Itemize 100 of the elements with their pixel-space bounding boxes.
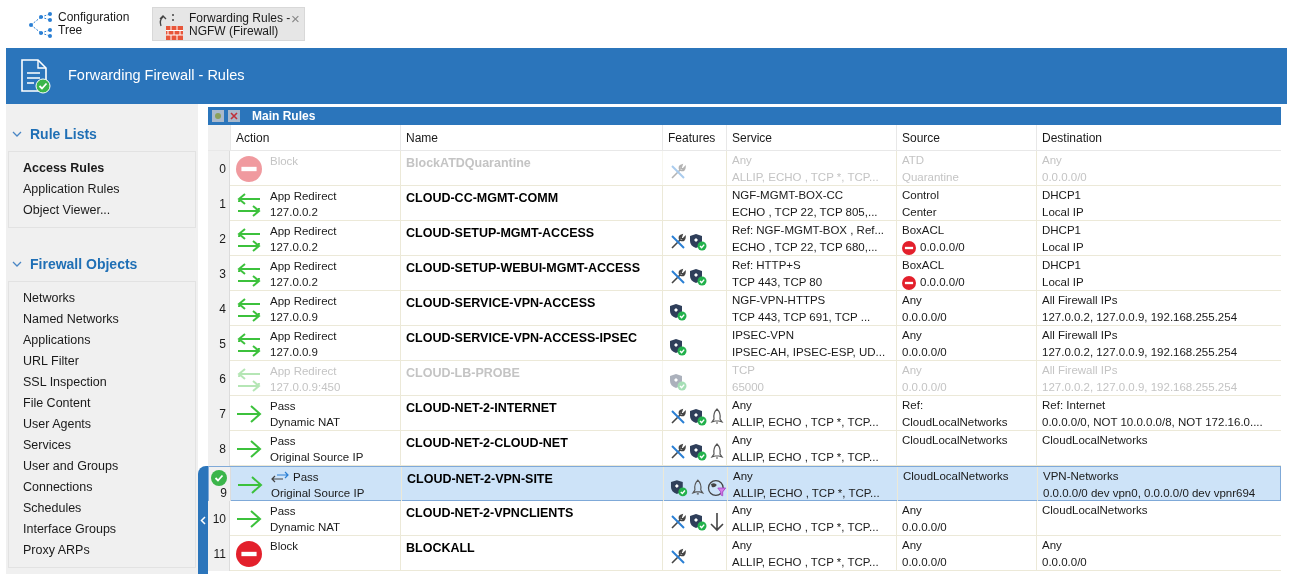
- destination-text: Any: [1042, 538, 1063, 553]
- shield-check-icon: [689, 232, 707, 251]
- rule-name: CLOUD-NET-2-VPN-SITE: [407, 472, 553, 486]
- table-row[interactable]: 5 App Redirect 127.0.0.9 CLOUD-SERVICE-VPN-ACCESS-IPSEC IPSEC-VPN IPSEC-AH, IPSEC-ESP, UD... Any 0.0.0.0/0 All Firewall IPs 127.0.0.2, 127.0.0.9, 192.168.255.254: [208, 326, 1281, 361]
- sidebar-item[interactable]: Applications: [23, 330, 195, 351]
- destination-text: 127.0.0.2, 127.0.0.9, 192.168.255.254: [1042, 345, 1239, 360]
- column-header[interactable]: Name: [400, 125, 662, 150]
- column-header[interactable]: Features: [662, 125, 726, 150]
- sidebar-item[interactable]: Named Networks: [23, 309, 195, 330]
- rule-name: CLOUD-SERVICE-VPN-ACCESS: [406, 296, 596, 310]
- action-label: Pass: [270, 399, 296, 414]
- action-label: Pass: [293, 470, 319, 485]
- table-row[interactable]: 2 App Redirect 127.0.0.2 CLOUD-SETUP-MGMT-ACCESS Ref: NGF-MGMT-BOX , Ref... ECHO , TCP 22, TCP 680,... BoxACL 0.0.0.0/0 DHCP1 Local IP: [208, 221, 1281, 256]
- firewall-wall-icon: [157, 12, 185, 42]
- rule-name: CLOUD-NET-2-VPNCLIENTS: [406, 506, 574, 520]
- sidebar-item[interactable]: Schedules: [23, 498, 195, 519]
- sidebar-item[interactable]: Services: [23, 435, 195, 456]
- destination-text: CloudLocalNetworks: [1042, 433, 1149, 448]
- column-header[interactable]: Action: [230, 125, 400, 150]
- tools-icon: [669, 547, 687, 566]
- sidebar-item[interactable]: Access Rules: [23, 158, 195, 179]
- action-label: App Redirect: [270, 259, 337, 274]
- grid-icon[interactable]: [212, 110, 224, 122]
- table-row[interactable]: 1 App Redirect 127.0.0.2 CLOUD-CC-MGMT-COMM NGF-MGMT-BOX-CC ECHO , TCP 22, TCP 805,... Control Center DHCP1 Local IP: [208, 186, 1281, 221]
- sidebar-item[interactable]: Object Viewer...: [23, 200, 195, 221]
- tools-icon: [669, 407, 687, 426]
- destination-text: DHCP1: [1042, 223, 1082, 238]
- shield-check-icon: [669, 302, 687, 321]
- grid-title: Main Rules: [252, 108, 316, 125]
- sidebar-item[interactable]: URL Filter: [23, 351, 195, 372]
- arrow-right-icon: [237, 474, 263, 495]
- sidebar-item[interactable]: User and Groups: [23, 456, 195, 477]
- source-text: Any: [902, 293, 922, 308]
- close-icon[interactable]: [228, 110, 240, 122]
- row-number: 1: [219, 196, 226, 211]
- sidebar-item[interactable]: Application Rules: [23, 179, 195, 200]
- action-label: App Redirect: [270, 364, 337, 379]
- sidebar-item[interactable]: File Content: [23, 393, 195, 414]
- column-header[interactable]: Service: [726, 125, 896, 150]
- source-text: CloudLocalNetworks: [902, 415, 1008, 430]
- column-header[interactable]: Destination: [1036, 125, 1281, 150]
- action-detail: 127.0.0.9: [270, 310, 319, 325]
- action-detail: Dynamic NAT: [270, 415, 341, 430]
- action-label: Pass: [270, 504, 296, 519]
- rule-name: CLOUD-SERVICE-VPN-ACCESS-IPSEC: [406, 331, 638, 345]
- sidebar-item[interactable]: SSL Inspection: [23, 372, 195, 393]
- source-text: 0.0.0.0/0: [902, 520, 947, 535]
- shield-check-icon: [689, 267, 707, 286]
- table-row[interactable]: 7 Pass Dynamic NAT CLOUD-NET-2-INTERNET Any ALLIP, ECHO , TCP *, TCP... Ref: CloudLocalNetworks Ref: Internet 0.0.0.0/0, NOT 10.0.0.0/8, NOT 172.16.0....: [208, 396, 1281, 431]
- table-row[interactable]: 4 App Redirect 127.0.0.9 CLOUD-SERVICE-VPN-ACCESS NGF-VPN-HTTPS TCP 443, TCP 691, TCP ... Any 0.0.0.0/0 All Firewall IPs 127.0.0.2, 127.0.0.9, 192.168.255.254: [208, 291, 1281, 326]
- sidebar-item[interactable]: Proxy ARPs: [23, 540, 195, 561]
- column-header[interactable]: Source: [896, 125, 1036, 150]
- source-text: 0.0.0.0/0: [902, 345, 947, 360]
- table-row[interactable]: 9 Pass Original Source IP CLOUD-NET-2-VPN-SITE Any ALLIP, ECHO , TCP *, TCP... CloudLocalNetworks VPN-Networks 0.0.0.0/0 dev vpn0, 0.0.0.0/0 dev vpnr694: [208, 466, 1281, 501]
- shield-check-icon: [669, 372, 687, 391]
- source-text: Ref:: [902, 398, 924, 413]
- service-text: Any: [732, 433, 753, 448]
- sidebar-item[interactable]: Interface Groups: [23, 519, 195, 540]
- tools-icon: [669, 442, 687, 461]
- document-check-icon: [20, 58, 52, 94]
- chevron-down-icon[interactable]: [12, 131, 22, 138]
- destination-text: Local IP: [1042, 275, 1085, 290]
- tab-label: Configuration Tree: [58, 11, 131, 37]
- chevron-down-icon[interactable]: [12, 261, 22, 268]
- table-row[interactable]: 8 Pass Original Source IP CLOUD-NET-2-CLOUD-NET Any ALLIP, ECHO , TCP *, TCP... CloudLocalNetworks CloudLocalNetworks: [208, 431, 1281, 466]
- source-text: Control: [902, 188, 940, 203]
- destination-text: 0.0.0.0/0: [1042, 170, 1088, 185]
- excluded-icon: [902, 275, 916, 290]
- sidebar-item[interactable]: User Agents: [23, 414, 195, 435]
- service-text: Ref: NGF-MGMT-BOX , Ref...: [732, 223, 886, 238]
- service-text: IPSEC-AH, IPSEC-ESP, UD...: [732, 345, 887, 360]
- service-text: ALLIP, ECHO , TCP *, TCP...: [732, 555, 880, 570]
- table-row[interactable]: 10 Pass Dynamic NAT CLOUD-NET-2-VPNCLIENTS Any ALLIP, ECHO , TCP *, TCP... Any 0.0.0.0/0 CloudLocalNetworks: [208, 501, 1281, 536]
- destination-text: Local IP: [1042, 240, 1085, 255]
- action-label: App Redirect: [270, 189, 337, 204]
- service-text: ALLIP, ECHO , TCP *, TCP...: [732, 170, 880, 185]
- collapse-handle[interactable]: [198, 466, 208, 574]
- document-tab[interactable]: Configuration Tree: [24, 7, 140, 41]
- block-icon: [236, 540, 262, 567]
- section-title[interactable]: Rule Lists: [30, 124, 97, 145]
- service-text: TCP 443, TCP 80: [732, 275, 824, 290]
- destination-text: DHCP1: [1042, 258, 1082, 273]
- action-detail: 127.0.0.2: [270, 275, 319, 290]
- section-title[interactable]: Firewall Objects: [30, 254, 138, 275]
- destination-text: 0.0.0.0/0, NOT 10.0.0.0/8, NOT 172.16.0....: [1042, 415, 1264, 430]
- table-row[interactable]: 3 App Redirect 127.0.0.2 CLOUD-SETUP-WEBUI-MGMT-ACCESS Ref: HTTP+S TCP 443, TCP 80 BoxACL 0.0.0.0/0 DHCP1 Local IP: [208, 256, 1281, 291]
- tools-icon: [669, 512, 687, 531]
- source-text: BoxACL: [902, 223, 945, 238]
- rule-name: CLOUD-NET-2-INTERNET: [406, 401, 557, 415]
- sidebar-item[interactable]: Connections: [23, 477, 195, 498]
- sidebar-item[interactable]: Networks: [23, 288, 195, 309]
- rule-name: CLOUD-CC-MGMT-COMM: [406, 191, 559, 205]
- block-icon: [236, 155, 262, 182]
- source-text: 0.0.0.0/0: [902, 310, 947, 325]
- source-text: 0.0.0.0/0: [920, 275, 965, 290]
- rule-name: CLOUD-NET-2-CLOUD-NET: [406, 436, 568, 450]
- shield-check-icon: [669, 337, 687, 356]
- table-row[interactable]: 11 Block BLOCKALL Any ALLIP, ECHO , TCP *, TCP... Any 0.0.0.0/0 Any 0.0.0.0/0: [208, 536, 1281, 571]
- service-text: ALLIP, ECHO , TCP *, TCP...: [732, 450, 880, 465]
- action-detail: 127.0.0.2: [270, 205, 319, 220]
